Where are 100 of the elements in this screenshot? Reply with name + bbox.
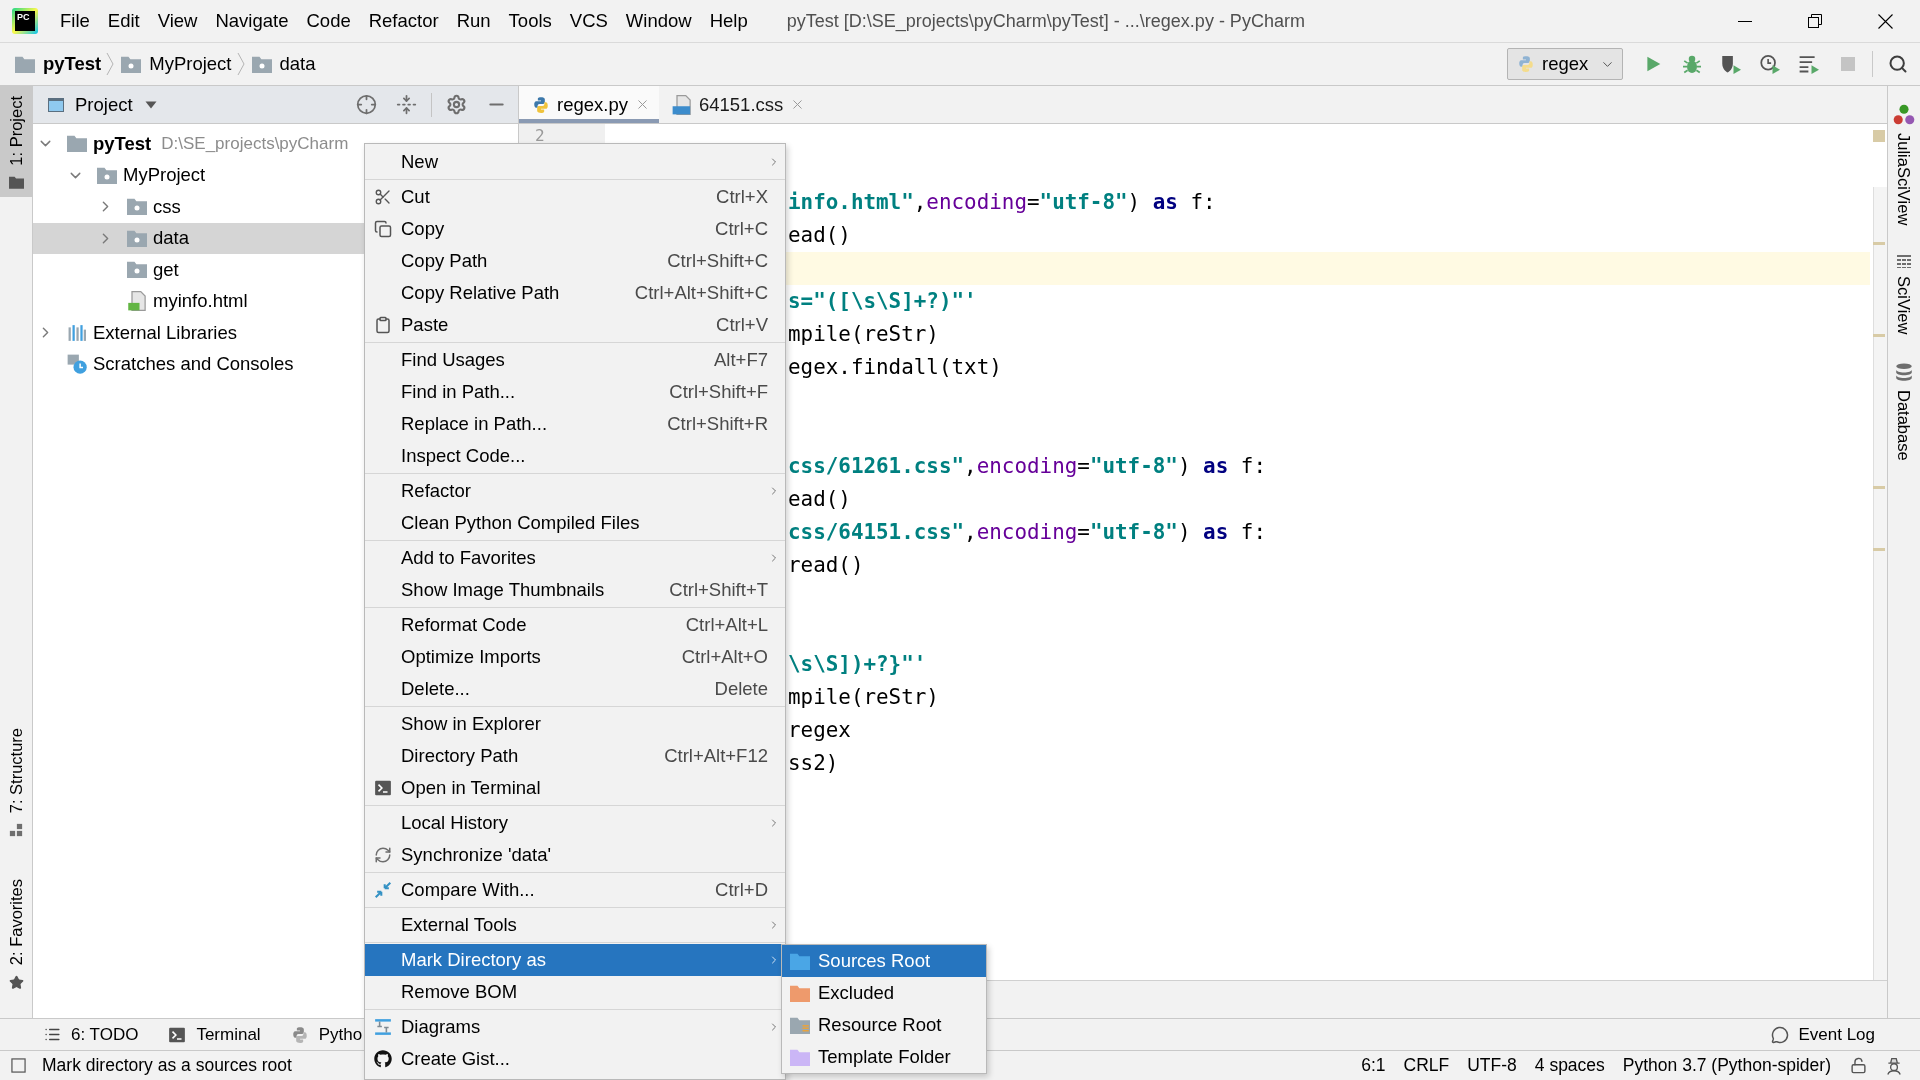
html-file-icon	[127, 291, 147, 312]
speech-bubble-icon	[1771, 1025, 1790, 1044]
path-hint: D:\SE_projects\pyCharm	[161, 133, 349, 154]
structure-icon	[9, 822, 23, 837]
menu-item[interactable]: Show in Explorer	[365, 708, 785, 740]
collapse-icon[interactable]	[395, 94, 417, 115]
shortcut-label: Ctrl+Shift+F	[669, 381, 768, 403]
terminal-icon	[168, 1025, 187, 1044]
star-icon	[8, 975, 24, 990]
menu-item[interactable]: Add to Favorites	[365, 542, 785, 574]
menu-bar-item[interactable]: File	[51, 10, 99, 32]
crosshair-icon[interactable]	[355, 94, 377, 115]
menu-item[interactable]: Remove BOM	[365, 976, 785, 1008]
menu-item[interactable]: Find in Path... Ctrl+Shift+F	[365, 376, 785, 408]
clock-play-icon[interactable]	[1759, 54, 1780, 74]
menu-item[interactable]: Excluded	[782, 977, 986, 1009]
menu-item[interactable]: Inspect Code...	[365, 440, 785, 472]
shortcut-label: Ctrl+Alt+F12	[664, 745, 768, 767]
folder-icon	[127, 229, 147, 247]
menu-item[interactable]: Local History	[365, 807, 785, 839]
menu-item[interactable]: Resource Root	[782, 1009, 986, 1041]
folder-icon	[251, 55, 272, 73]
menu-item[interactable]: Optimize Imports Ctrl+Alt+O	[365, 641, 785, 673]
folder-icon	[790, 952, 810, 970]
menu-bar-item[interactable]: Help	[700, 10, 757, 32]
breadcrumb[interactable]: MyProject	[149, 53, 232, 75]
bug-icon[interactable]	[1681, 54, 1702, 74]
menu-bar-item[interactable]: Tools	[499, 10, 561, 32]
shield-play-icon[interactable]	[1720, 54, 1741, 74]
code-line: \s\S])+?}"'	[788, 652, 927, 676]
run-configuration-dropdown[interactable]: regex	[1507, 48, 1623, 80]
clipboard-icon	[374, 316, 392, 334]
shortcut-label: Ctrl+Alt+Shift+C	[634, 282, 768, 304]
tool-window-button[interactable]: Terminal	[153, 1019, 276, 1050]
menu-item[interactable]: Replace in Path... Ctrl+Shift+R	[365, 408, 785, 440]
menu-item[interactable]: Synchronize 'data'	[365, 839, 785, 871]
scrollbar-thumb[interactable]	[1873, 187, 1887, 980]
menu-item[interactable]: Paste Ctrl+V	[365, 309, 785, 341]
menu-item[interactable]: Template Folder	[782, 1041, 986, 1073]
menu-item[interactable]: Compare With... Ctrl+D	[365, 874, 785, 906]
menu-bar-item[interactable]: Navigate	[206, 10, 298, 32]
folder-icon	[790, 1048, 810, 1066]
editor-tab[interactable]: regex.py	[519, 86, 659, 123]
compare-arrows-icon	[374, 881, 392, 899]
status-square-icon	[1873, 130, 1885, 142]
shortcut-label: Ctrl+C	[715, 218, 768, 240]
shortcut-label: Ctrl+Shift+T	[669, 579, 768, 601]
status-item[interactable]: UTF-8	[1458, 1055, 1526, 1076]
stripe-mark-icon	[1873, 548, 1885, 551]
menu-item[interactable]: Directory Path Ctrl+Alt+F12	[365, 740, 785, 772]
folder-icon	[127, 261, 147, 279]
github-icon	[374, 1050, 392, 1068]
view-dropdown[interactable]: Project	[75, 93, 157, 116]
menu-item[interactable]: Copy Relative Path Ctrl+Alt+Shift+C	[365, 277, 785, 309]
menu-bar-item[interactable]: VCS	[560, 10, 617, 32]
menu-item[interactable]: Cut Ctrl+X	[365, 181, 785, 213]
menu-bar-item[interactable]: Window	[616, 10, 701, 32]
status-item[interactable]: 4 spaces	[1525, 1055, 1614, 1076]
menu-item[interactable]: Clean Python Compiled Files	[365, 507, 785, 539]
close-icon[interactable]	[1877, 13, 1893, 29]
list-play-icon[interactable]	[1798, 54, 1819, 74]
menu-bar-item[interactable]: Edit	[98, 10, 149, 32]
menu-item[interactable]: Find Usages Alt+F7	[365, 344, 785, 376]
tool-window-button[interactable]: Database	[1895, 360, 1913, 463]
menu-item[interactable]: New	[365, 146, 785, 178]
status-item[interactable]: 6:1	[1352, 1055, 1395, 1076]
breadcrumb[interactable]: pyTest	[43, 53, 102, 75]
unlocked-icon[interactable]	[1849, 1057, 1867, 1074]
tool-window-button[interactable]: 1: Project	[0, 86, 32, 197]
menu-item[interactable]: Refactor	[365, 475, 785, 507]
settings-icon[interactable]	[445, 94, 467, 115]
person-icon[interactable]	[1885, 1056, 1903, 1075]
menu-bar-item[interactable]: Code	[297, 10, 360, 32]
stripe-mark-icon	[1873, 334, 1885, 337]
status-message: Mark directory as a sources root	[42, 1055, 292, 1076]
folder-icon	[15, 55, 35, 73]
menu-bar-item[interactable]: View	[148, 10, 207, 32]
search-icon[interactable]	[1887, 54, 1908, 74]
shortcut-label: Delete	[714, 678, 768, 700]
square-icon[interactable]	[11, 1058, 26, 1073]
event-log-button[interactable]: Event Log	[1756, 1019, 1920, 1050]
tool-window-button[interactable]: 6: TODO	[29, 1019, 154, 1050]
status-item[interactable]: CRLF	[1394, 1055, 1459, 1076]
menu-item[interactable]: Reformat Code Ctrl+Alt+L	[365, 609, 785, 641]
menu-item[interactable]: Show Image Thumbnails Ctrl+Shift+T	[365, 574, 785, 606]
tool-window-button[interactable]: 7: Structure	[0, 717, 32, 845]
tool-window-button[interactable]: 2: Favorites	[0, 868, 32, 998]
menu-bar-item[interactable]: Refactor	[359, 10, 448, 32]
shortcut-label: Ctrl+X	[716, 186, 768, 208]
menu-item[interactable]: Delete... Delete	[365, 673, 785, 705]
status-item[interactable]: Python 3.7 (Python-spider)	[1613, 1055, 1840, 1076]
menu-item[interactable]: External Tools	[365, 909, 785, 941]
menu-bar-item[interactable]: Run	[447, 10, 500, 32]
tool-window-button[interactable]: SciView	[1895, 251, 1913, 337]
breadcrumb[interactable]: data	[279, 53, 316, 75]
menu-item[interactable]: Sources Root	[782, 945, 986, 977]
tool-window-button[interactable]: JuliaSciView	[1893, 102, 1915, 228]
refresh-icon	[374, 846, 392, 864]
menu-item[interactable]: Open in Terminal	[365, 772, 785, 804]
restore-icon[interactable]	[1808, 14, 1822, 28]
